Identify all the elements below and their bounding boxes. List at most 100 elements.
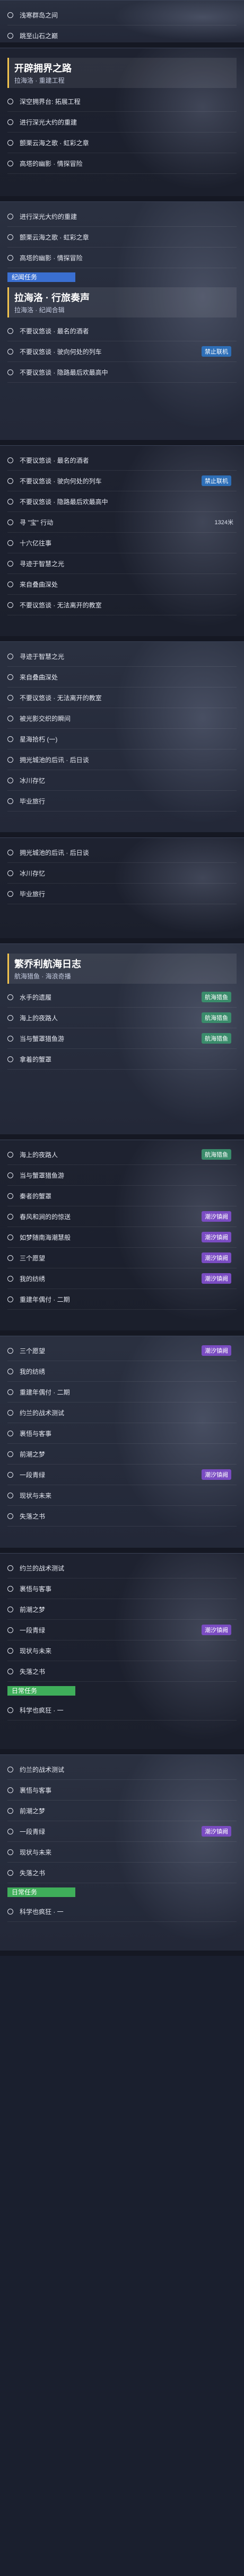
list-item[interactable]: 寻 "宝" 行动 1324米: [7, 512, 237, 533]
list-item[interactable]: 裹悟与客事: [7, 1780, 237, 1801]
list-item[interactable]: 不要议悠谈 · 最名的酒者: [7, 450, 237, 471]
status-badge: 潮汐镇阙: [202, 1625, 231, 1635]
list-item[interactable]: 失落之书: [7, 1506, 237, 1527]
list-item[interactable]: 前潮之梦: [7, 1801, 237, 1821]
status-badge: 潮汐镇阙: [202, 1345, 231, 1356]
list-item[interactable]: 寻迹于智慧之光: [7, 646, 237, 667]
list-item-label: 来自叠曲深处: [20, 673, 58, 681]
quest-panel: 海上的夜路人 航海猎鱼 当与蟹罩猎鱼游 秦者的蟹罩 春风和涧的的惊送 潮汐镇阙 如梦随南海潮…: [0, 1140, 244, 1330]
list-item[interactable]: 进行深光大约的重建: [7, 206, 237, 227]
list-item-label: 不要议悠谈 · 无法离开的教室: [20, 601, 102, 609]
list-item[interactable]: 一段青绿 潮汐镇阙: [7, 1465, 237, 1485]
list-item-label: 被光影交织的瞬间: [20, 714, 71, 722]
list-item[interactable]: 三个愿望 潮汐镇阙: [7, 1340, 237, 1361]
list-item[interactable]: 颤栗云海之歌 · 虹彩之章: [7, 133, 237, 153]
status-badge: 航海猎鱼: [202, 1033, 231, 1044]
status-circle-icon: [7, 519, 13, 525]
list-item[interactable]: 重建年偶付 · 二期: [7, 1382, 237, 1402]
status-circle-icon: [7, 1471, 13, 1478]
list-item[interactable]: 科学也疯狂 · 一: [7, 1901, 237, 1922]
quest-panel: 开辟拥界之路 拉海洛 · 重建工程深空拥界台: 拓展工程 进行深光大约的重建 颤栗云海…: [0, 48, 244, 196]
list-item[interactable]: 进行深光大约的重建: [7, 112, 237, 133]
list-item[interactable]: 来自叠曲深处: [7, 574, 237, 595]
panel-divider: [0, 938, 244, 943]
list-item[interactable]: 科学也疯狂 · 一: [7, 1700, 237, 1721]
list-item-label: 科学也疯狂 · 一: [20, 1908, 64, 1916]
status-circle-icon: [7, 1606, 13, 1612]
list-item-label: 现状与未来: [20, 1647, 52, 1655]
section-subtitle: 拉海洛 · 重建工程: [14, 77, 65, 84]
list-item[interactable]: 前潮之梦: [7, 1599, 237, 1620]
list-item[interactable]: 高塔的幽影 · 情探冒险: [7, 248, 237, 268]
list-item[interactable]: 现状与未来: [7, 1640, 237, 1661]
list-item[interactable]: 前潮之梦: [7, 1444, 237, 1465]
list-item-label: 失落之书: [20, 1512, 46, 1520]
list-item-label: 现状与未来: [20, 1848, 52, 1856]
list-item-label: 我的纺绣: [20, 1368, 46, 1375]
list-item[interactable]: 被光影交织的瞬间: [7, 708, 237, 729]
list-item[interactable]: 颤栗云海之歌 · 虹彩之章: [7, 227, 237, 248]
list-item[interactable]: 十六亿往事: [7, 533, 237, 553]
status-circle-icon: [7, 1151, 13, 1158]
list-item[interactable]: 如梦随南海潮慧般 潮汐镇阙: [7, 1227, 237, 1248]
list-item[interactable]: 当与蟹罩猎鱼游: [7, 1165, 237, 1186]
list-item[interactable]: 不要议悠谈 · 最名的酒者: [7, 321, 237, 341]
status-circle-icon: [7, 32, 13, 39]
list-item-label: 高塔的幽影 · 情探冒险: [20, 160, 83, 167]
list-item[interactable]: 高塔的幽影 · 情探冒险: [7, 153, 237, 174]
list-item[interactable]: 不要议悠谈 · 隐路最后欢最高中: [7, 491, 237, 512]
list-item[interactable]: 裹悟与客事: [7, 1423, 237, 1444]
list-item[interactable]: 寻迹于智慧之光: [7, 553, 237, 574]
list-item[interactable]: 跳至山石之巅: [7, 25, 237, 42]
panel-divider: [0, 636, 244, 641]
list-item[interactable]: 深空拥界台: 拓展工程: [7, 91, 237, 112]
list-item[interactable]: 裹悟与客事: [7, 1578, 237, 1599]
list-item[interactable]: 拥光城池的后讯 · 后日谈: [7, 749, 237, 770]
list-item[interactable]: 失落之书: [7, 1661, 237, 1682]
list-item[interactable]: 星海拾朽 (一): [7, 729, 237, 749]
list-item[interactable]: 现状与未来: [7, 1485, 237, 1506]
list-item[interactable]: 三个愿望 潮汐镇阙: [7, 1248, 237, 1268]
list-item-label: 来自叠曲深处: [20, 580, 58, 588]
list-item[interactable]: 海上的夜路人 航海猎鱼: [7, 1008, 237, 1028]
list-item[interactable]: 约兰的战术测试: [7, 1402, 237, 1423]
list-item-label: 海上的夜路人: [20, 1014, 58, 1022]
status-circle-icon: [7, 1296, 13, 1302]
list-item[interactable]: 我的纺绣 潮汐镇阙: [7, 1268, 237, 1289]
list-item[interactable]: 拿着的蟹罩: [7, 1049, 237, 1070]
list-item[interactable]: 不要议悠谈 · 驶向何处的列车 禁止联机: [7, 341, 237, 362]
quest-panel: 三个愿望 潮汐镇阙我的纺绣重建年偶付 · 二期 约兰的战术测试 裹悟与客事 前潮之梦 一段…: [0, 1336, 244, 1548]
list-item[interactable]: 不要议悠谈 · 无法离开的教室: [7, 687, 237, 708]
list-item[interactable]: 冰川存忆: [7, 863, 237, 884]
list-item[interactable]: 不要议悠谈 · 驶向何处的列车 禁止联机: [7, 471, 237, 491]
status-circle-icon: [7, 1368, 13, 1374]
list-item[interactable]: 春风和涧的的惊送 潮汐镇阙: [7, 1206, 237, 1227]
list-item[interactable]: 秦者的蟹罩: [7, 1186, 237, 1206]
status-circle-icon: [7, 994, 13, 1000]
status-badge: 潮汐镇阙: [202, 1211, 231, 1222]
list-item[interactable]: 一段青绿 潮汐镇阙: [7, 1821, 237, 1842]
list-item[interactable]: 我的纺绣: [7, 1361, 237, 1382]
list-item[interactable]: 失落之书: [7, 1863, 237, 1883]
list-item[interactable]: 重建年偶付 · 二期: [7, 1289, 237, 1310]
list-item-label: 颤栗云海之歌 · 虹彩之章: [20, 233, 89, 241]
list-item[interactable]: 约兰的战术测试: [7, 1558, 237, 1578]
quest-log-stack: 浅寒群岛之间 跳至山石之巅开辟拥界之路 拉海洛 · 重建工程深空拥界台: 拓展工程进…: [0, 0, 244, 1956]
list-item[interactable]: 水手的遗履 航海猎鱼: [7, 987, 237, 1008]
list-item[interactable]: 一段青绿 潮汐镇阙: [7, 1620, 237, 1640]
list-item[interactable]: 海上的夜路人 航海猎鱼: [7, 1144, 237, 1165]
list-item[interactable]: 约兰的战术测试: [7, 1759, 237, 1780]
list-item[interactable]: 来自叠曲深处: [7, 667, 237, 687]
list-item[interactable]: 拥光城池的后讯 · 后日谈: [7, 842, 237, 863]
list-item[interactable]: 毕业旅行: [7, 791, 237, 811]
list-item-label: 三个愿望: [20, 1254, 46, 1262]
list-item[interactable]: 毕业旅行: [7, 884, 237, 904]
list-item[interactable]: 冰川存忆: [7, 770, 237, 791]
list-item[interactable]: 不要议悠谈 · 无法离开的教室: [7, 595, 237, 615]
list-item[interactable]: 浅寒群岛之间: [7, 5, 237, 25]
list-item[interactable]: 不要议悠谈 · 隐路最后欢最高中: [7, 362, 237, 383]
section-subtitle: 拉海洛 · 纪闻合辑: [14, 306, 65, 314]
section-header: 开辟拥界之路 拉海洛 · 重建工程: [7, 58, 237, 88]
list-item[interactable]: 现状与未来: [7, 1842, 237, 1863]
list-item[interactable]: 当与蟹罩猎鱼游 航海猎鱼: [7, 1028, 237, 1049]
